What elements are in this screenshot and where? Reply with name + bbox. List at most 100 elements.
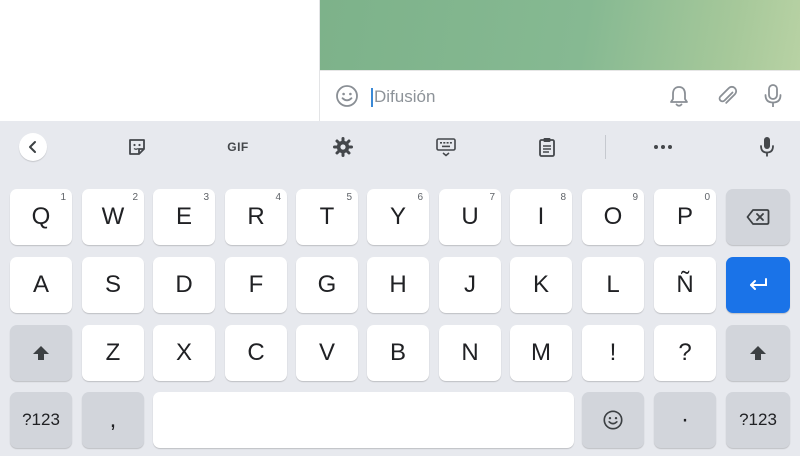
enter-icon xyxy=(750,278,767,290)
key-n[interactable]: N xyxy=(439,325,501,381)
key-label: F xyxy=(248,271,264,298)
key-c[interactable]: C xyxy=(225,325,287,381)
key-period[interactable]: · xyxy=(654,392,716,448)
key-label: E xyxy=(175,203,192,230)
key-x[interactable]: X xyxy=(153,325,215,381)
gif-button[interactable]: GIF xyxy=(220,133,256,161)
on-screen-keyboard: GIF Q1 W2 E3 R4 T5 Y6 U7 I8 O9 P0 A S D … xyxy=(0,121,800,456)
key-y[interactable]: Y6 xyxy=(367,189,429,245)
keyboard-toolbar: GIF xyxy=(0,121,800,173)
left-panel xyxy=(0,0,320,121)
key-label: X xyxy=(175,339,192,366)
key-label: S xyxy=(104,271,121,298)
key-m[interactable]: M xyxy=(510,325,572,381)
emoji-icon xyxy=(603,410,623,430)
key-label: C xyxy=(247,339,265,366)
key-label: V xyxy=(318,339,335,366)
key-j[interactable]: J xyxy=(439,257,501,313)
voice-input-icon[interactable] xyxy=(754,133,780,161)
key-label: ! xyxy=(609,339,617,366)
key-k[interactable]: K xyxy=(510,257,572,313)
shift-key-left[interactable] xyxy=(10,325,72,381)
bell-icon[interactable] xyxy=(666,83,692,109)
key-label: Q xyxy=(31,203,51,230)
paperclip-icon[interactable] xyxy=(714,83,740,109)
emoji-key[interactable] xyxy=(582,392,644,448)
key-l[interactable]: L xyxy=(582,257,644,313)
key-label: ?123 xyxy=(739,410,777,429)
gear-icon[interactable] xyxy=(330,133,356,161)
key-label: T xyxy=(319,203,335,230)
symbols-key-left[interactable]: ?123 xyxy=(10,392,72,448)
key-d[interactable]: D xyxy=(153,257,215,313)
emoji-icon[interactable] xyxy=(334,83,360,109)
key-v[interactable]: V xyxy=(296,325,358,381)
key-label: D xyxy=(175,271,193,298)
key-q[interactable]: Q1 xyxy=(10,189,72,245)
key-w[interactable]: W2 xyxy=(82,189,144,245)
key-hint: 5 xyxy=(346,192,352,203)
key-label: H xyxy=(389,271,407,298)
key-question[interactable]: ? xyxy=(654,325,716,381)
key-label: J xyxy=(464,271,476,298)
key-label: K xyxy=(532,271,549,298)
key-g[interactable]: G xyxy=(296,257,358,313)
more-icon[interactable] xyxy=(650,133,676,161)
enter-key[interactable] xyxy=(726,257,790,313)
key-i[interactable]: I8 xyxy=(510,189,572,245)
toolbar-divider xyxy=(605,135,606,159)
key-hint: 9 xyxy=(632,192,638,203)
backspace-key[interactable] xyxy=(726,189,790,245)
sticker-icon[interactable] xyxy=(124,133,150,161)
key-s[interactable]: S xyxy=(82,257,144,313)
key-enye[interactable]: Ñ xyxy=(654,257,716,313)
key-hint: 1 xyxy=(60,192,66,203)
backspace-icon xyxy=(746,209,770,225)
key-label: P xyxy=(676,203,693,230)
shift-icon xyxy=(33,346,49,360)
chat-wallpaper xyxy=(320,0,800,70)
key-label: I xyxy=(537,203,545,230)
shift-icon xyxy=(750,346,766,360)
key-hint: 8 xyxy=(560,192,566,203)
key-label: L xyxy=(606,271,620,298)
key-h[interactable]: H xyxy=(367,257,429,313)
key-p[interactable]: P0 xyxy=(654,189,716,245)
key-e[interactable]: E3 xyxy=(153,189,215,245)
key-label: B xyxy=(389,339,406,366)
key-label: M xyxy=(531,339,551,366)
key-b[interactable]: B xyxy=(367,325,429,381)
key-label: · xyxy=(681,406,689,433)
key-label: W xyxy=(101,203,125,230)
symbols-key-right[interactable]: ?123 xyxy=(726,392,790,448)
microphone-icon[interactable] xyxy=(760,83,786,109)
key-a[interactable]: A xyxy=(10,257,72,313)
key-hint: 7 xyxy=(489,192,495,203)
spacebar[interactable] xyxy=(153,392,574,448)
key-hint: 0 xyxy=(704,192,710,203)
clipboard-icon[interactable] xyxy=(534,133,560,161)
key-label: , xyxy=(109,406,117,433)
key-t[interactable]: T5 xyxy=(296,189,358,245)
key-r[interactable]: R4 xyxy=(225,189,287,245)
shift-key-right[interactable] xyxy=(726,325,790,381)
keyboard-icon[interactable] xyxy=(432,133,460,161)
key-label: R xyxy=(247,203,265,230)
message-input[interactable]: Difusión xyxy=(369,84,649,110)
key-hint: 6 xyxy=(417,192,423,203)
key-z[interactable]: Z xyxy=(82,325,144,381)
message-composer: Difusión xyxy=(320,70,800,121)
message-input-placeholder: Difusión xyxy=(374,87,436,106)
key-comma[interactable]: , xyxy=(82,392,144,448)
key-label: U xyxy=(461,203,479,230)
key-o[interactable]: O9 xyxy=(582,189,644,245)
key-label: N xyxy=(461,339,479,366)
key-f[interactable]: F xyxy=(225,257,287,313)
key-exclamation[interactable]: ! xyxy=(582,325,644,381)
key-label: ? xyxy=(678,339,692,366)
key-u[interactable]: U7 xyxy=(439,189,501,245)
key-label: O xyxy=(603,203,623,230)
text-caret xyxy=(371,87,373,107)
key-label: G xyxy=(317,271,337,298)
back-chevron-icon[interactable] xyxy=(19,133,47,161)
